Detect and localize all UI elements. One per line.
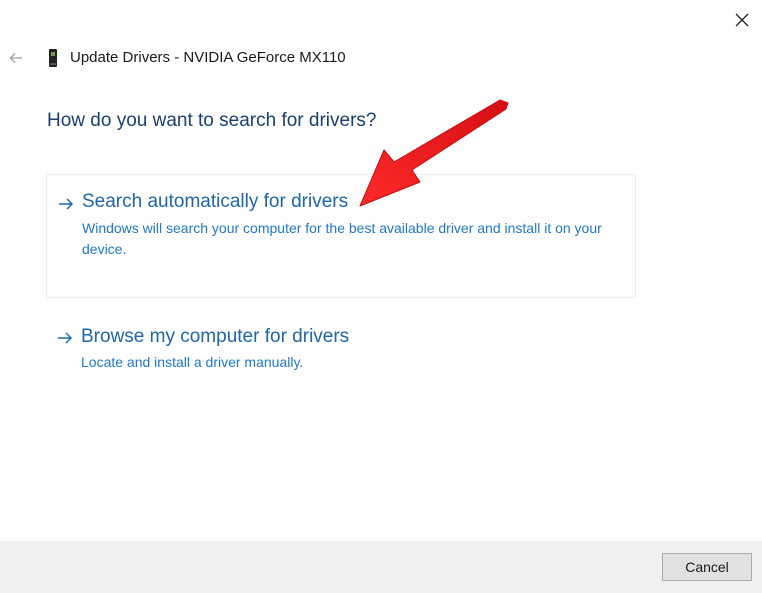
browse-computer-option[interactable]: Browse my computer for drivers Locate an… — [46, 314, 636, 394]
cancel-button[interactable]: Cancel — [662, 553, 752, 581]
right-arrow-icon — [59, 198, 73, 210]
close-icon — [735, 13, 749, 27]
search-automatically-option[interactable]: Search automatically for drivers Windows… — [46, 174, 636, 298]
option-title: Browse my computer for drivers — [81, 326, 350, 347]
option-title: Search automatically for drivers — [82, 191, 349, 212]
graphics-card-icon — [49, 49, 57, 67]
page-heading: How do you want to search for drivers? — [47, 110, 377, 131]
close-button[interactable] — [722, 0, 762, 40]
dialog-footer: Cancel — [0, 541, 762, 593]
back-arrow-icon — [9, 53, 22, 63]
right-arrow-icon — [58, 332, 72, 344]
option-description: Windows will search your computer for th… — [82, 220, 602, 257]
option-description: Locate and install a driver manually. — [81, 354, 304, 370]
window-title: Update Drivers - NVIDIA GeForce MX110 — [70, 49, 346, 66]
back-button[interactable] — [4, 46, 28, 70]
